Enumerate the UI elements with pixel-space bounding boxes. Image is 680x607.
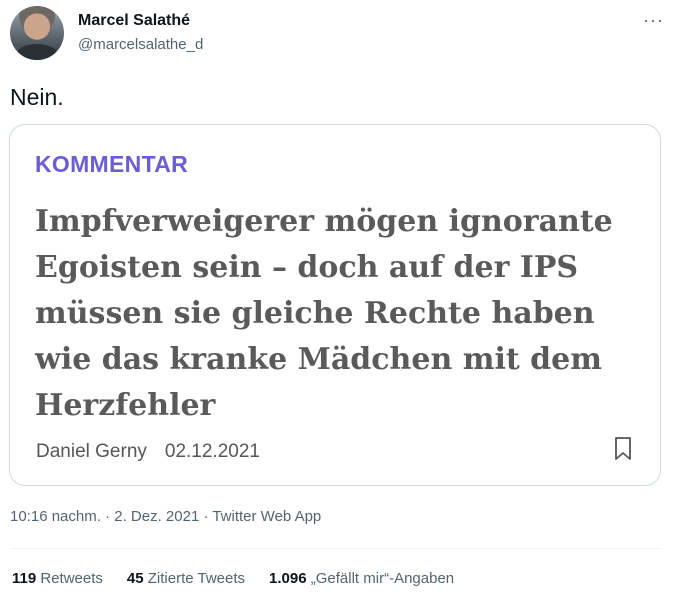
likes-stat[interactable]: 1.096 „Gefällt mir“-Angaben [269,570,454,587]
tweet-meta: 10:16 nachm. · 2. Dez. 2021 · Twitter We… [10,508,322,525]
tweet-text: Nein. [10,84,64,110]
divider [10,548,662,549]
quotes-label: Zitierte Tweets [147,570,246,587]
retweets-stat[interactable]: 119 Retweets [12,570,103,587]
retweets-count: 119 [12,570,37,587]
card-author: Daniel Gerny [36,441,147,462]
card-headline: Impfverweigerer mögen ignorante Egoisten… [35,204,613,423]
avatar-shoulders [16,44,58,60]
likes-count: 1.096 [269,570,307,587]
card-date: 02.12.2021 [164,441,260,462]
tweet-stats: 119 Retweets 45 Zitierte Tweets 1.096 „G… [12,570,454,587]
quotes-stat[interactable]: 45 Zitierte Tweets [127,570,245,587]
author-handle[interactable]: @marcelsalathe_d [78,36,203,53]
retweets-label: Retweets [40,570,103,587]
author-name[interactable]: Marcel Salathé [78,12,190,30]
bookmark-icon[interactable] [614,437,632,461]
card-kicker: KOMMENTAR [35,151,189,177]
card-byline: Daniel Gerny 02.12.2021 [36,441,260,463]
tweet-header: Marcel Salathé @marcelsalathe_d ··· [10,6,670,64]
more-horizontal-icon[interactable]: ··· [643,10,664,31]
link-card[interactable]: KOMMENTAR Impfverweigerer mögen ignorant… [9,124,661,486]
avatar[interactable] [10,6,64,60]
quotes-count: 45 [126,570,144,587]
likes-label: „Gefällt mir“-Angaben [310,570,455,587]
